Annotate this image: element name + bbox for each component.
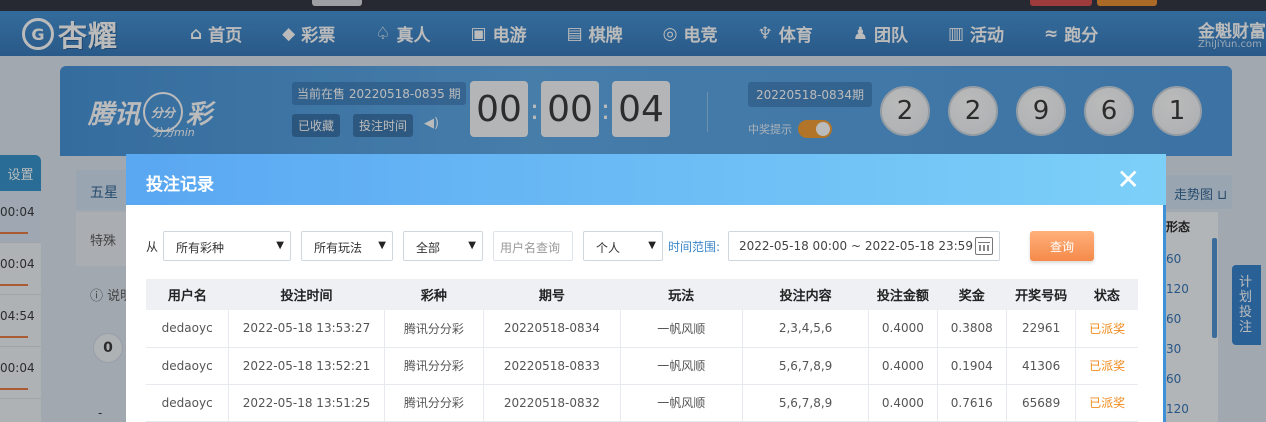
table-header-cell: 投注内容 (742, 279, 869, 310)
table-row[interactable]: dedaoyc 2022-05-18 13:53:27 腾讯分分彩 20220518-… (146, 310, 1138, 348)
table-cell: 5,6,7,8,9 (742, 347, 870, 385)
status-badge: 已派奖 (1075, 310, 1138, 348)
modal-scrollbar[interactable] (1163, 205, 1166, 422)
username-input[interactable]: 用户名查询 (493, 231, 573, 261)
table-cell: 0.3808 (937, 310, 1007, 348)
table-cell: 5,6,7,8,9 (742, 384, 870, 422)
table-header-cell: 彩种 (384, 279, 484, 310)
modal-header: 投注记录 ✕ (126, 154, 1166, 205)
chevron-down-icon: ▼ (378, 240, 386, 251)
table-cell: 65689 (1006, 384, 1077, 422)
table-cell: 腾讯分分彩 (384, 384, 485, 422)
time-range-input[interactable]: 2022-05-18 00:00 ~ 2022-05-18 23:59 (728, 231, 1000, 261)
calendar-icon[interactable] (975, 237, 993, 255)
table-cell: 一帆风顺 (620, 384, 743, 422)
play-select-value: 所有玩法 (314, 241, 363, 255)
table-header-cell: 用户名 (146, 279, 229, 310)
table-header-cell: 奖金 (937, 279, 1007, 310)
lottery-select[interactable]: 所有彩种 ▼ (163, 231, 291, 261)
table-cell: 20220518-0832 (483, 384, 621, 422)
status-badge: 已派奖 (1075, 347, 1138, 385)
bet-record-modal: 投注记录 ✕ 从 所有彩种 ▼ 所有玩法 ▼ 全部 ▼ 用户名查询 个人 ▼ 时… (126, 154, 1166, 422)
table-header-cell: 开奖号码 (1006, 279, 1076, 310)
table-cell: 41306 (1006, 347, 1077, 385)
chevron-down-icon: ▼ (648, 240, 656, 251)
table-cell: 一帆风顺 (620, 310, 743, 348)
chevron-down-icon: ▼ (276, 240, 284, 251)
table-cell: dedaoyc (146, 310, 230, 348)
table-cell: 20220518-0833 (483, 347, 621, 385)
table-header-cell: 投注时间 (228, 279, 385, 310)
play-select[interactable]: 所有玩法 ▼ (301, 231, 393, 261)
table-header-cell: 状态 (1075, 279, 1138, 310)
table-header-row: 用户名 投注时间 彩种 期号 玩法 投注内容 投注金额 奖金 开奖号码 状态 (146, 279, 1138, 310)
table-cell: 2022-05-18 13:51:25 (228, 384, 385, 422)
close-icon[interactable]: ✕ (1117, 163, 1140, 196)
table-cell: dedaoyc (146, 347, 230, 385)
time-range-value: 2022-05-18 00:00 ~ 2022-05-18 23:59 (739, 239, 973, 253)
chevron-down-icon: ▼ (468, 240, 476, 251)
lottery-select-value: 所有彩种 (176, 241, 225, 255)
table-cell: 一帆风顺 (620, 347, 743, 385)
modal-title: 投注记录 (146, 175, 214, 195)
status-badge: 已派奖 (1075, 384, 1138, 422)
from-label: 从 (146, 240, 159, 254)
table-cell: 0.4000 (868, 310, 938, 348)
table-cell: 0.4000 (868, 347, 938, 385)
table-cell: 0.4000 (868, 384, 938, 422)
table-cell: 2,3,4,5,6 (742, 310, 870, 348)
filter-bar: 从 所有彩种 ▼ 所有玩法 ▼ 全部 ▼ 用户名查询 个人 ▼ 时间范围: 20… (146, 231, 1146, 261)
username-placeholder: 用户名查询 (500, 241, 561, 255)
query-button[interactable]: 查询 (1030, 231, 1094, 261)
status-select[interactable]: 全部 ▼ (403, 231, 483, 261)
table-cell: 20220518-0834 (483, 310, 621, 348)
table-cell: 腾讯分分彩 (384, 347, 485, 385)
table-cell: 2022-05-18 13:52:21 (228, 347, 385, 385)
table-header-cell: 期号 (483, 279, 621, 310)
table-body: dedaoyc 2022-05-18 13:53:27 腾讯分分彩 20220518-… (146, 310, 1138, 422)
time-range-label: 时间范围: (668, 240, 721, 254)
bet-record-table: 用户名 投注时间 彩种 期号 玩法 投注内容 投注金额 奖金 开奖号码 状态 dedaoyc 202… (146, 279, 1138, 422)
table-cell: 腾讯分分彩 (384, 310, 485, 348)
status-select-value: 全部 (416, 241, 441, 255)
table-cell: 2022-05-18 13:53:27 (228, 310, 385, 348)
scope-select[interactable]: 个人 ▼ (583, 231, 663, 261)
table-cell: 0.1904 (937, 347, 1007, 385)
scope-select-value: 个人 (596, 241, 621, 255)
table-row[interactable]: dedaoyc 2022-05-18 13:52:21 腾讯分分彩 20220518-… (146, 347, 1138, 385)
table-row[interactable]: dedaoyc 2022-05-18 13:51:25 腾讯分分彩 20220518-… (146, 384, 1138, 422)
table-cell: 0.7616 (937, 384, 1007, 422)
table-cell: dedaoyc (146, 384, 230, 422)
table-cell: 22961 (1006, 310, 1077, 348)
table-header-cell: 投注金额 (868, 279, 938, 310)
table-header-cell: 玩法 (620, 279, 743, 310)
